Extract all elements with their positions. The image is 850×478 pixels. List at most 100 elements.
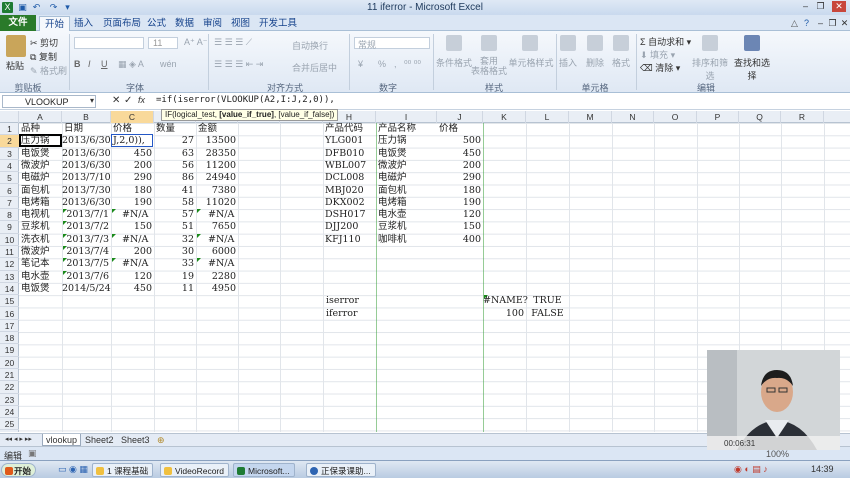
tab-view[interactable]: 视图 bbox=[226, 16, 255, 31]
select-all-corner[interactable] bbox=[0, 111, 19, 123]
table-cell[interactable]: 2013/7/2 bbox=[62, 221, 109, 233]
font-grow-icon[interactable]: A⁺ A⁻ bbox=[184, 37, 208, 48]
bold-button[interactable]: B bbox=[74, 59, 81, 69]
row-header[interactable]: 4 bbox=[0, 160, 19, 173]
tab-review[interactable]: 审阅 bbox=[198, 16, 227, 31]
column-header[interactable]: C bbox=[111, 111, 154, 123]
table-cell[interactable]: 2013/7/6 bbox=[62, 271, 109, 283]
lookup-cell[interactable]: 豆浆机 bbox=[378, 221, 407, 233]
taskbar-item[interactable]: VideoRecord bbox=[160, 463, 229, 477]
table-cell[interactable]: 7650 bbox=[196, 221, 236, 233]
italic-button[interactable]: I bbox=[88, 59, 91, 69]
row-header[interactable]: 2 bbox=[0, 135, 19, 148]
lookup-cell[interactable]: 500 bbox=[437, 135, 481, 147]
cut-button[interactable]: ✂ 剪切 bbox=[30, 36, 58, 49]
table-cell[interactable]: 2013/7/1 bbox=[62, 209, 109, 221]
table-cell[interactable]: 电视机 bbox=[21, 209, 50, 221]
iferror-result-cell[interactable]: FALSE bbox=[526, 308, 569, 320]
fill-button[interactable]: ⬇ 填充 ▾ bbox=[640, 48, 675, 61]
number-format-select[interactable]: 常规 bbox=[354, 37, 430, 50]
row-header[interactable]: 23 bbox=[0, 394, 19, 406]
iserror-value-cell[interactable]: #NAME? bbox=[483, 295, 528, 307]
lookup-cell[interactable]: 电烤箱 bbox=[378, 197, 407, 209]
percent-button[interactable]: % bbox=[378, 59, 386, 69]
close-icon[interactable]: ✕ bbox=[832, 1, 846, 12]
vertical-align-icon[interactable]: ☰ ☰ ☰ ⟋ bbox=[214, 37, 252, 48]
error-indicator-icon[interactable] bbox=[63, 209, 67, 213]
iserror-result-cell[interactable]: TRUE bbox=[526, 295, 569, 307]
lookup-cell[interactable]: 400 bbox=[437, 234, 481, 246]
paste-button[interactable]: 粘贴 bbox=[6, 59, 24, 72]
tab-data[interactable]: 数据 bbox=[170, 16, 199, 31]
table-cell[interactable]: 200 bbox=[111, 160, 152, 172]
lookup-cell[interactable]: 电水壶 bbox=[378, 209, 407, 221]
minimize-icon[interactable]: – bbox=[800, 1, 811, 12]
table-cell[interactable]: 面包机 bbox=[21, 185, 50, 197]
table-cell[interactable]: 2013/7/3 bbox=[62, 234, 109, 246]
lookup-cell[interactable]: 电磁炉 bbox=[378, 172, 407, 184]
lookup-cell[interactable]: 200 bbox=[437, 160, 481, 172]
error-indicator-icon[interactable] bbox=[112, 209, 116, 213]
table-cell[interactable]: 电烤箱 bbox=[21, 197, 50, 209]
row-header[interactable]: 19 bbox=[0, 344, 19, 357]
row-header[interactable]: 1 bbox=[0, 123, 19, 136]
border-icon[interactable]: ▦ ◈ A bbox=[118, 59, 144, 70]
formula-input[interactable]: =if(iserror(VLOOKUP(A2,I:J,2,0)), bbox=[156, 95, 335, 105]
error-indicator-icon[interactable] bbox=[63, 233, 67, 238]
tab-developer[interactable]: 开发工具 bbox=[254, 16, 302, 31]
sheet-tab-sheet2[interactable]: Sheet2 bbox=[82, 434, 117, 446]
row-header[interactable]: 18 bbox=[0, 332, 19, 345]
insert-function-icon[interactable]: fx bbox=[138, 95, 145, 105]
clear-button[interactable]: ⌫ 清除 ▾ bbox=[640, 61, 680, 74]
column-header[interactable]: J bbox=[437, 111, 483, 123]
lookup-cell[interactable]: 压力锅 bbox=[378, 135, 407, 147]
header-cell[interactable]: 金额 bbox=[198, 123, 217, 135]
table-cell[interactable]: 2013/7/5 bbox=[62, 258, 109, 270]
enter-icon[interactable]: ✓ bbox=[124, 95, 132, 106]
row-header[interactable]: 3 bbox=[0, 148, 19, 160]
header-cell[interactable]: 产品代码 bbox=[325, 123, 363, 135]
column-header[interactable]: K bbox=[483, 111, 526, 123]
row-header[interactable]: 15 bbox=[0, 295, 19, 308]
table-cell[interactable]: #N/A bbox=[122, 209, 148, 221]
row-header[interactable]: 11 bbox=[0, 246, 19, 259]
table-cell[interactable]: 2013/6/30 bbox=[62, 148, 111, 160]
table-cell[interactable]: 笔记本 bbox=[21, 258, 50, 270]
column-header[interactable]: N bbox=[612, 111, 654, 123]
table-cell[interactable]: 2014/5/24 bbox=[62, 283, 111, 295]
lookup-cell[interactable]: YLG001 bbox=[325, 135, 363, 147]
sheet-tab-sheet3[interactable]: Sheet3 bbox=[118, 434, 153, 446]
tab-page-layout[interactable]: 页面布局 bbox=[98, 16, 146, 31]
column-header[interactable]: O bbox=[654, 111, 697, 123]
table-cell[interactable]: 33 bbox=[154, 258, 194, 270]
paste-icon[interactable] bbox=[6, 35, 26, 57]
table-format-button[interactable]: 套用 表格格式 bbox=[470, 56, 508, 76]
lookup-cell[interactable]: 电饭煲 bbox=[378, 148, 407, 160]
copy-button[interactable]: ⧉ 复制 bbox=[30, 50, 57, 63]
tray-icons[interactable]: ◉ ◐ ▤ ♪ bbox=[734, 464, 768, 475]
header-cell[interactable]: 品种 bbox=[21, 123, 40, 135]
tab-home[interactable]: 开始 bbox=[39, 16, 71, 31]
taskbar-item[interactable]: 1 课程基础 bbox=[92, 463, 154, 477]
row-header[interactable]: 17 bbox=[0, 320, 19, 333]
error-indicator-icon[interactable] bbox=[112, 233, 116, 238]
table-cell[interactable]: 电饭煲 bbox=[21, 283, 50, 295]
wrap-text-button[interactable]: 自动换行 bbox=[292, 39, 328, 52]
find-select-button[interactable]: 查找和选择 bbox=[730, 56, 774, 82]
sort-filter-button[interactable]: 排序和筛选 bbox=[688, 56, 732, 82]
wen-icon[interactable]: wén bbox=[160, 59, 177, 69]
row-header[interactable]: 6 bbox=[0, 185, 19, 197]
table-cell[interactable]: 58 bbox=[154, 197, 194, 209]
insert-cells-button[interactable]: 插入 bbox=[556, 56, 580, 69]
row-header[interactable]: 12 bbox=[0, 258, 19, 271]
table-cell[interactable]: 豆浆机 bbox=[21, 221, 50, 233]
error-indicator-icon[interactable] bbox=[63, 270, 67, 275]
header-cell[interactable]: 产品名称 bbox=[378, 123, 416, 135]
table-cell[interactable]: #N/A bbox=[208, 234, 234, 246]
cancel-icon[interactable]: ✕ bbox=[112, 95, 120, 106]
table-cell[interactable]: 56 bbox=[154, 160, 194, 172]
error-indicator-icon[interactable] bbox=[63, 258, 67, 262]
table-cell[interactable]: 27 bbox=[154, 135, 194, 147]
table-cell[interactable]: 180 bbox=[111, 185, 152, 197]
row-header[interactable]: 14 bbox=[0, 283, 19, 296]
